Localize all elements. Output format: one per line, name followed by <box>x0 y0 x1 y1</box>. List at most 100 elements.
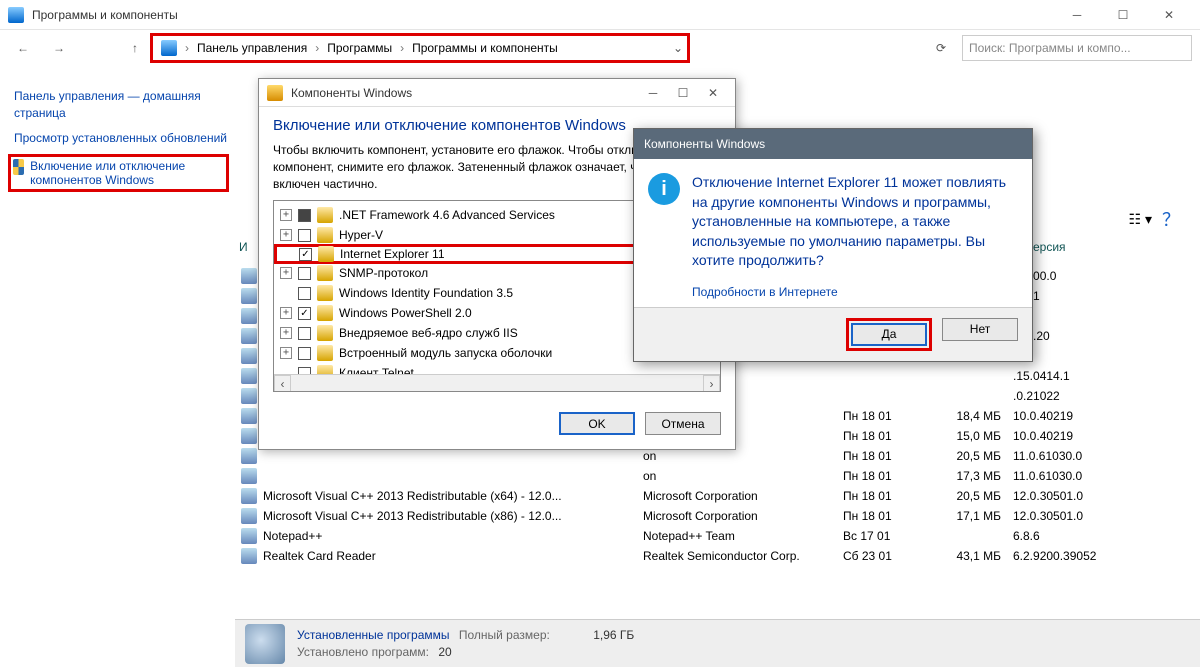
program-icon <box>241 528 257 544</box>
scroll-track[interactable] <box>291 375 703 391</box>
breadcrumb-item[interactable]: Программы и компоненты <box>408 41 562 55</box>
folder-icon <box>317 265 333 281</box>
sidebar-updates-link[interactable]: Просмотр установленных обновлений <box>14 130 229 147</box>
chevron-down-icon[interactable]: ⌄ <box>673 41 683 55</box>
program-version: 10.0.40219 <box>1013 409 1133 423</box>
cancel-button[interactable]: Отмена <box>645 412 721 435</box>
program-publisher: Notepad++ Team <box>643 529 843 543</box>
table-row[interactable]: Microsoft Visual C++ 2013 Redistributabl… <box>235 506 1200 526</box>
details-link[interactable]: Подробности в Интернете <box>634 285 1032 307</box>
feature-label: .NET Framework 4.6 Advanced Services <box>339 208 555 222</box>
program-date: Пн 18 01 <box>843 409 933 423</box>
expander-icon[interactable]: + <box>280 209 292 221</box>
sidebar: Панель управления — домашняя страница Пр… <box>0 66 235 637</box>
minimize-button[interactable]: ─ <box>639 82 667 104</box>
chevron-right-icon: › <box>400 41 404 55</box>
chevron-right-icon: › <box>185 41 189 55</box>
breadcrumb-icon <box>161 40 177 56</box>
breadcrumb[interactable]: › Панель управления › Программы › Програ… <box>150 33 690 63</box>
help-button[interactable]: ？ <box>1162 206 1180 232</box>
ok-button[interactable]: OK <box>559 412 635 435</box>
program-icon <box>241 268 257 284</box>
confirm-title[interactable]: Компоненты Windows <box>634 129 1032 159</box>
dialog-title: Компоненты Windows <box>291 86 639 100</box>
program-icon <box>241 368 257 384</box>
status-count-label: Установлено программ: <box>297 645 429 659</box>
expander-spacer: . <box>281 248 293 260</box>
feature-label: Internet Explorer 11 <box>340 247 445 261</box>
program-name: Microsoft Visual C++ 2013 Redistributabl… <box>263 489 643 503</box>
maximize-button[interactable]: ☐ <box>1100 0 1146 30</box>
feature-label: Hyper-V <box>339 228 383 242</box>
sidebar-home-link[interactable]: Панель управления — домашняя страница <box>14 88 229 122</box>
dialog-titlebar[interactable]: Компоненты Windows ─ ☐ ✕ <box>259 79 735 107</box>
breadcrumb-item[interactable]: Панель управления <box>193 41 311 55</box>
horizontal-scrollbar[interactable]: ‹ › <box>274 374 720 391</box>
no-button[interactable]: Нет <box>942 318 1018 341</box>
table-row[interactable]: Notepad++Notepad++ TeamВс 17 016.8.6 <box>235 526 1200 546</box>
checkbox[interactable] <box>298 229 311 242</box>
programs-icon <box>245 624 285 664</box>
table-row[interactable]: onПн 18 0117,3 МБ11.0.61030.0 <box>235 466 1200 486</box>
checkbox[interactable]: ✓ <box>298 307 311 320</box>
back-button[interactable]: ← <box>8 33 38 63</box>
breadcrumb-item[interactable]: Программы <box>323 41 396 55</box>
view-options-button[interactable]: ☷ ▾ <box>1129 211 1152 228</box>
checkbox[interactable] <box>298 327 311 340</box>
program-version: 11.0.61030.0 <box>1013 469 1133 483</box>
table-row[interactable]: Realtek Card ReaderRealtek Semiconductor… <box>235 546 1200 566</box>
program-icon <box>241 308 257 324</box>
close-button[interactable]: ✕ <box>699 82 727 104</box>
sidebar-features-link[interactable]: Включение или отключение компонентов Win… <box>8 154 229 192</box>
forward-button[interactable]: → <box>44 33 74 63</box>
folder-icon <box>317 305 333 321</box>
program-publisher: Realtek Semiconductor Corp. <box>643 549 843 563</box>
chevron-right-icon: › <box>315 41 319 55</box>
table-row[interactable]: Microsoft Visual C++ 2013 Redistributabl… <box>235 486 1200 506</box>
up-button[interactable]: ↑ <box>120 33 150 63</box>
maximize-button[interactable]: ☐ <box>669 82 697 104</box>
status-count-value: 20 <box>438 645 451 659</box>
program-size: 15,0 МБ <box>933 429 1013 443</box>
shield-icon <box>13 159 24 175</box>
program-icon <box>241 508 257 524</box>
expander-icon[interactable]: + <box>280 347 292 359</box>
expander-spacer: . <box>280 287 292 299</box>
folder-icon <box>317 345 333 361</box>
program-icon <box>241 548 257 564</box>
search-input[interactable]: Поиск: Программы и компо... <box>962 35 1192 61</box>
checkbox[interactable] <box>298 287 311 300</box>
program-name: Microsoft Visual C++ 2013 Redistributabl… <box>263 509 643 523</box>
minimize-button[interactable]: ─ <box>1054 0 1100 30</box>
program-icon <box>241 448 257 464</box>
status-bar: Установленные программы Полный размер: 1… <box>235 619 1200 667</box>
info-icon: i <box>648 173 680 205</box>
checkbox[interactable] <box>298 267 311 280</box>
program-date: Пн 18 01 <box>843 469 933 483</box>
status-size-value: 1,96 ГБ <box>593 628 634 642</box>
program-version: 12.0.30501.0 <box>1013 489 1133 503</box>
col-name[interactable]: И <box>239 240 248 254</box>
yes-button[interactable]: Да <box>851 323 927 346</box>
expander-icon[interactable]: + <box>280 229 292 241</box>
program-name: Realtek Card Reader <box>263 549 643 563</box>
scroll-right-icon[interactable]: › <box>703 375 720 392</box>
expander-icon[interactable]: + <box>280 307 292 319</box>
program-version: 6.8.6 <box>1013 529 1133 543</box>
scroll-left-icon[interactable]: ‹ <box>274 375 291 392</box>
checkbox[interactable]: ✓ <box>299 248 312 261</box>
yes-button-highlight: Да <box>846 318 932 351</box>
program-version: .15.0414.1 <box>1013 369 1133 383</box>
checkbox[interactable] <box>298 347 311 360</box>
checkbox[interactable] <box>298 209 311 222</box>
program-icon <box>241 488 257 504</box>
col-version[interactable]: ерсия <box>1033 240 1066 254</box>
folder-icon <box>317 227 333 243</box>
program-date: Вс 17 01 <box>843 529 933 543</box>
expander-icon[interactable]: + <box>280 327 292 339</box>
confirm-dialog: Компоненты Windows i Отключение Internet… <box>633 128 1033 362</box>
close-button[interactable]: ✕ <box>1146 0 1192 30</box>
confirm-message: Отключение Internet Explorer 11 может по… <box>692 173 1018 271</box>
expander-icon[interactable]: + <box>280 267 292 279</box>
refresh-button[interactable]: ⟳ <box>926 33 956 63</box>
